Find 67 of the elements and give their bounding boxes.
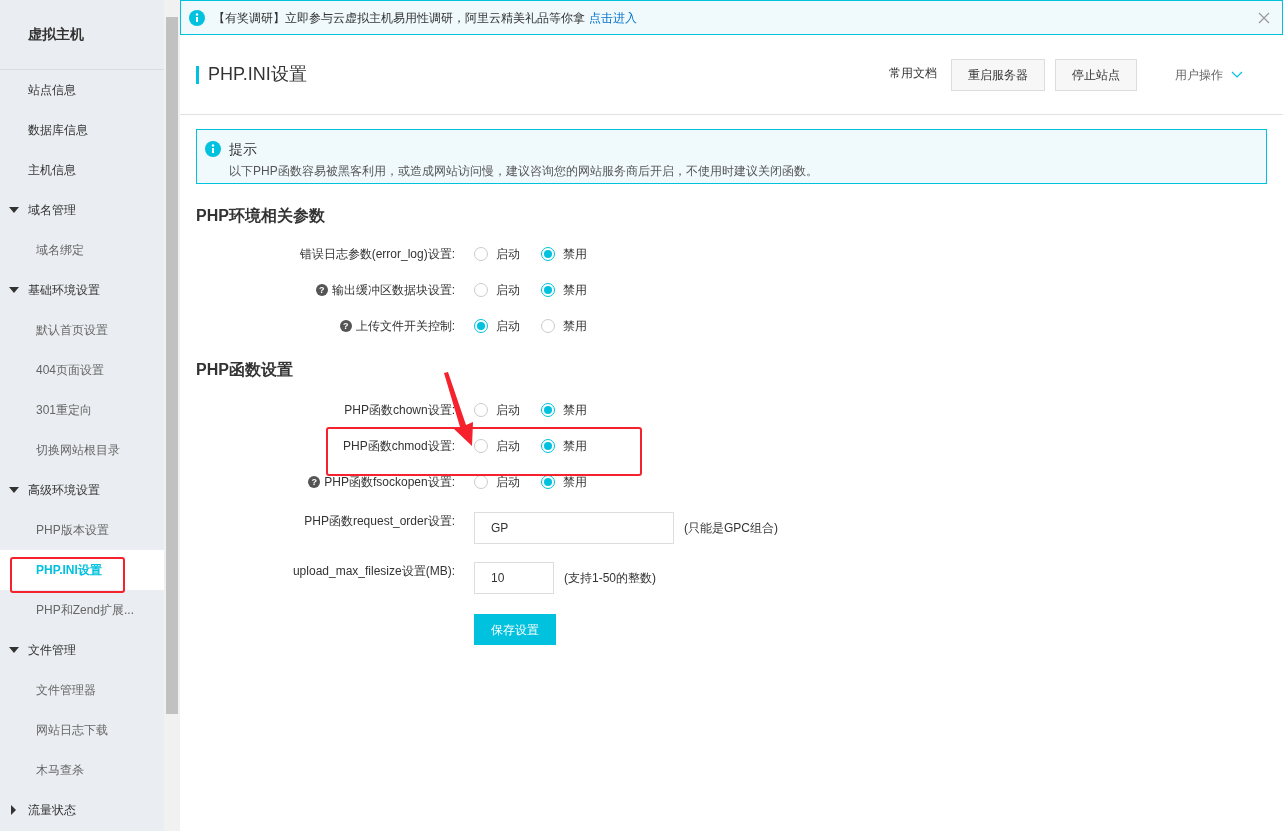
sidebar-item[interactable]: 木马查杀	[0, 750, 164, 790]
sidebar-item[interactable]: 网站日志下载	[0, 710, 164, 750]
info-icon	[189, 9, 205, 26]
field-label: PHP函数chmod设置:	[342, 438, 455, 455]
radio-option[interactable]: 禁用	[541, 317, 587, 335]
radio-option[interactable]: 禁用	[541, 281, 587, 299]
field-label: 错误日志参数(error_log)设置:	[299, 246, 455, 263]
title-accent	[196, 65, 199, 84]
tip-title: 提示	[229, 140, 258, 159]
section-title: PHP函数设置	[196, 360, 294, 380]
radio-option[interactable]: 启动	[474, 437, 520, 455]
input-field[interactable]: 10	[474, 562, 554, 594]
sidebar-item[interactable]: 主机信息	[0, 150, 164, 190]
caret-down-icon	[9, 287, 19, 293]
sidebar-group[interactable]: 高级环境设置	[0, 470, 164, 510]
header-button[interactable]: 停止站点	[1055, 58, 1137, 91]
sidebar-item[interactable]: 域名绑定	[0, 230, 164, 270]
sidebar-item[interactable]: 文件管理器	[0, 670, 164, 710]
field-label: PHP函数fsockopen设置:	[324, 474, 455, 491]
field-label: PHP函数chown设置:	[344, 402, 455, 419]
radio-option[interactable]: 禁用	[541, 245, 587, 263]
caret-down-icon	[9, 207, 19, 213]
sidebar-item[interactable]: 301重定向	[0, 390, 164, 430]
field-label: upload_max_filesize设置(MB):	[292, 563, 455, 580]
sidebar-item[interactable]: 404页面设置	[0, 350, 164, 390]
field-hint: (支持1-50的整数)	[564, 570, 656, 587]
radio-option[interactable]: 启动	[474, 245, 520, 263]
sidebar-group[interactable]: 域名管理	[0, 190, 164, 230]
info-icon	[205, 141, 221, 157]
close-icon[interactable]	[1258, 11, 1270, 24]
field-label: 上传文件开关控制:	[355, 318, 455, 335]
caret-down-icon	[9, 647, 19, 653]
radio-option[interactable]: 禁用	[541, 473, 587, 491]
user-menu[interactable]: 用户操作	[1175, 65, 1243, 84]
help-icon[interactable]: ?	[339, 320, 352, 332]
sidebar-item[interactable]: 切换网站根目录	[0, 430, 164, 470]
radio-option[interactable]: 禁用	[541, 401, 587, 419]
sidebar-group[interactable]: 文件管理	[0, 630, 164, 670]
chevron-down-icon	[1231, 70, 1243, 79]
tip-text: 以下PHP函数容易被黑客利用，或造成网站访问慢，建议咨询您的网站服务商后开启，不使用时建议关闭函数。	[229, 163, 818, 180]
header-button[interactable]: 重启服务器	[951, 58, 1045, 91]
radio-option[interactable]: 禁用	[541, 437, 587, 455]
radio-option[interactable]: 启动	[474, 473, 520, 491]
field-label: 输出缓冲区数据块设置:	[331, 282, 455, 299]
docs-link[interactable]: 常用文档	[889, 63, 937, 82]
radio-option[interactable]: 启动	[474, 401, 520, 419]
input-field[interactable]: GP	[474, 512, 674, 544]
sidebar-group[interactable]: 基础环境设置	[0, 270, 164, 310]
help-icon[interactable]: ?	[308, 476, 321, 488]
sidebar-item[interactable]: PHP版本设置	[0, 510, 164, 550]
banner-link[interactable]: 点击进入	[589, 8, 637, 27]
sidebar-item[interactable]: 数据库信息	[0, 110, 164, 150]
radio-option[interactable]: 启动	[474, 317, 520, 335]
sidebar-group[interactable]: 流量状态	[0, 790, 164, 830]
section-title: PHP环境相关参数	[196, 206, 326, 226]
caret-right-icon	[9, 805, 19, 815]
sidebar-item[interactable]: 站点信息	[0, 70, 164, 110]
sidebar-item[interactable]: 默认首页设置	[0, 310, 164, 350]
radio-option[interactable]: 启动	[474, 281, 520, 299]
page-title: PHP.INI设置	[208, 63, 307, 86]
caret-down-icon	[9, 487, 19, 493]
field-hint: (只能是GPC组合)	[684, 520, 778, 537]
scrollbar-thumb[interactable]	[166, 17, 178, 714]
sidebar-item[interactable]: PHP和Zend扩展...	[0, 590, 164, 630]
help-icon[interactable]: ?	[315, 284, 328, 296]
field-label: PHP函数request_order设置:	[304, 513, 455, 530]
banner-text: 【有奖调研】立即参与云虚拟主机易用性调研，阿里云精美礼品等你拿	[213, 9, 585, 27]
